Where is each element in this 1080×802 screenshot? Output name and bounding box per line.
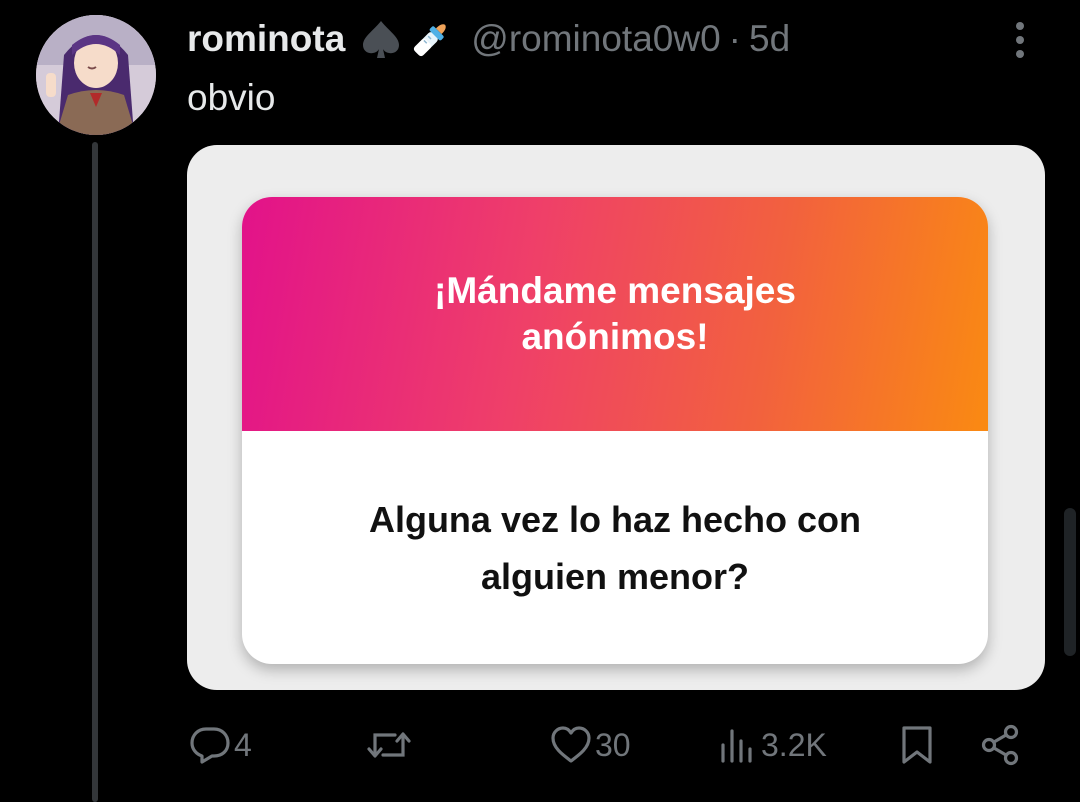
share-button[interactable] — [980, 720, 1022, 770]
thread-line — [92, 142, 98, 802]
separator-dot: · — [728, 18, 741, 59]
views-count: 3.2K — [761, 726, 827, 763]
spade-suit-emoji — [359, 17, 403, 61]
anonymous-message-card: ¡Mándame mensajes anónimos! Alguna vez l… — [242, 197, 988, 664]
views-icon — [719, 725, 759, 765]
share-icon — [980, 724, 1022, 766]
avatar-image — [36, 15, 156, 135]
tweet-header: rominota @rominota0w0 · 5d — [187, 14, 790, 64]
action-bar: 4 30 3.2K — [0, 720, 1080, 770]
like-count: 30 — [595, 726, 631, 763]
views-button[interactable]: 3.2K — [719, 720, 827, 770]
card-question: Alguna vez lo haz hecho con alguien meno… — [368, 498, 862, 597]
retweet-icon — [365, 725, 413, 765]
tweet-text: obvio — [187, 77, 276, 118]
scrollbar[interactable] — [1064, 508, 1076, 656]
baby-bottle-emoji — [409, 17, 453, 61]
reply-button[interactable]: 4 — [188, 720, 252, 770]
user-handle[interactable]: @rominota0w0 — [471, 14, 720, 64]
retweet-button[interactable] — [365, 720, 415, 770]
card-header: ¡Mándame mensajes anónimos! — [242, 197, 988, 431]
bookmark-button[interactable] — [899, 720, 935, 770]
avatar[interactable] — [36, 15, 156, 135]
reply-icon — [188, 725, 232, 765]
tweet-time[interactable]: 5d — [749, 14, 790, 64]
more-icon[interactable] — [1002, 16, 1038, 64]
like-icon — [549, 725, 593, 765]
tweet-media[interactable]: ¡Mándame mensajes anónimos! Alguna vez l… — [187, 145, 1045, 690]
display-name[interactable]: rominota — [187, 14, 345, 64]
reply-count: 4 — [234, 726, 252, 763]
card-title: ¡Mándame mensajes anónimos! — [434, 270, 796, 357]
bookmark-icon — [899, 724, 935, 766]
like-button[interactable]: 30 — [549, 720, 631, 770]
card-body: Alguna vez lo haz hecho con alguien meno… — [242, 431, 988, 664]
